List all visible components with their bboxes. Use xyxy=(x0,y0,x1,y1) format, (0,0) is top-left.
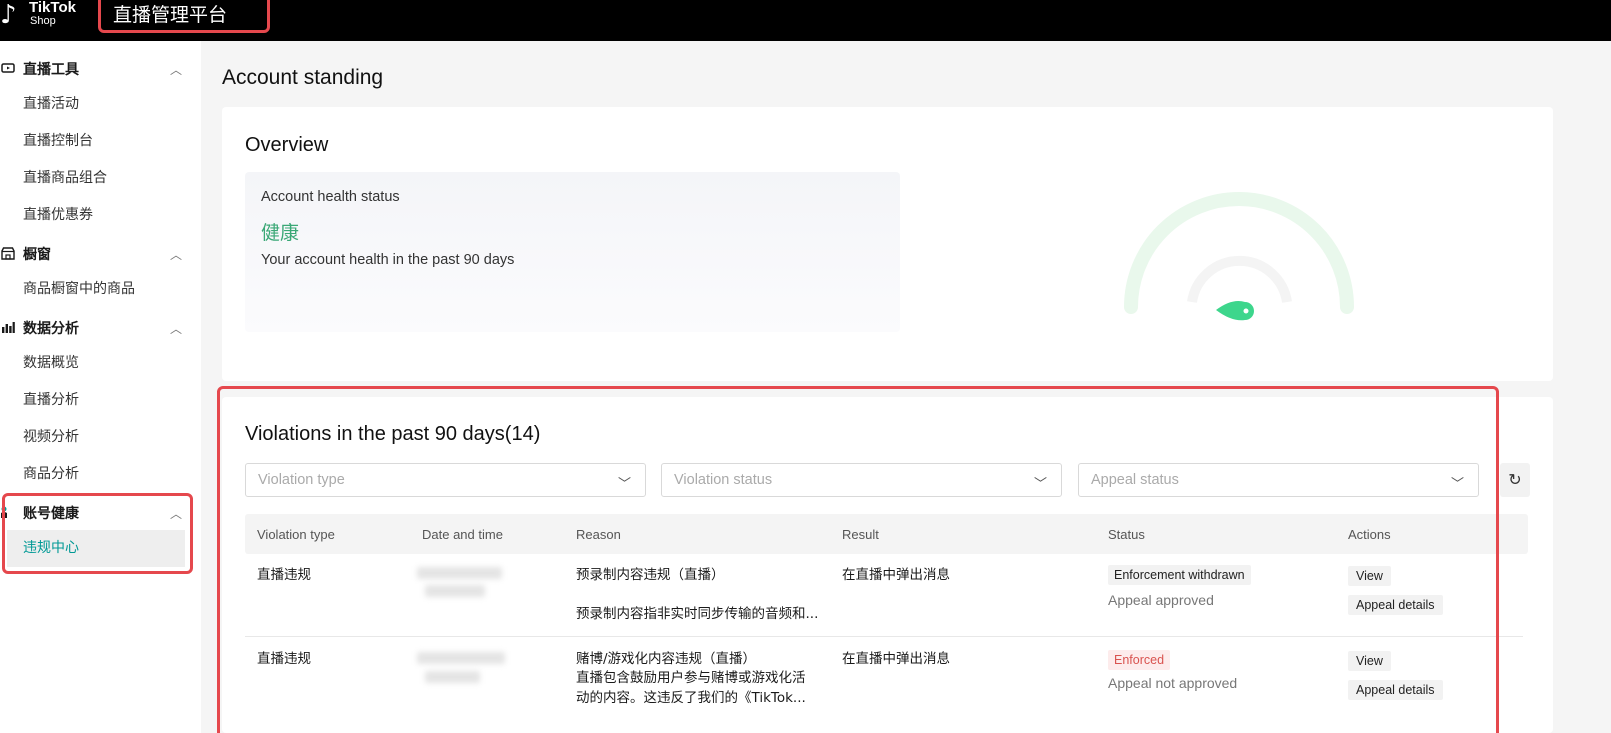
tiktok-shop-logo[interactable]: ♪ TikTok Shop xyxy=(0,0,90,41)
sidebar-item-live-product-sets[interactable]: 直播商品组合 xyxy=(0,160,201,197)
sidebar-item-showcase-products[interactable]: 商品橱窗中的商品 xyxy=(0,271,201,308)
health-gauge xyxy=(1112,192,1372,332)
health-status-box: Account health status 健康 Your account he… xyxy=(245,172,900,332)
brand-sub: Shop xyxy=(30,15,56,27)
bar-chart-icon xyxy=(1,321,15,333)
chevron-up-icon[interactable]: ︿ xyxy=(170,61,182,78)
live-video-icon xyxy=(1,62,15,74)
sidebar-item-live-coupons[interactable]: 直播优惠券 xyxy=(0,197,201,234)
reset-filters-button[interactable]: ↻ xyxy=(1500,463,1530,497)
overview-title: Overview xyxy=(245,134,329,156)
highlight-box-account-health xyxy=(2,493,193,574)
sidebar-item-data-overview[interactable]: 数据概览 xyxy=(0,345,201,382)
sidebar-item-live-activity[interactable]: 直播活动 xyxy=(0,86,201,123)
sidebar-group-label: 直播工具 xyxy=(23,62,79,78)
chevron-up-icon[interactable]: ︿ xyxy=(170,246,182,263)
sidebar: 直播工具 ︿ 直播活动 直播控制台 直播商品组合 直播优惠券 橱窗 ︿ 商品橱窗… xyxy=(0,41,201,733)
sidebar-group-analytics[interactable]: 数据分析 ︿ xyxy=(0,308,201,345)
sidebar-item-live-console[interactable]: 直播控制台 xyxy=(0,123,201,160)
brand-name: TikTok xyxy=(29,0,76,16)
sidebar-item-live-analytics[interactable]: 直播分析 xyxy=(0,382,201,419)
page-title: Account standing xyxy=(222,66,384,89)
health-description: Your account health in the past 90 days xyxy=(261,252,515,268)
overview-card: Overview Account health status 健康 Your a… xyxy=(222,107,1553,381)
sidebar-group-live-tools[interactable]: 直播工具 ︿ xyxy=(0,49,201,86)
tiktok-note-icon: ♪ xyxy=(0,0,17,30)
sidebar-group-label: 数据分析 xyxy=(23,321,79,337)
chevron-up-icon[interactable]: ︿ xyxy=(170,320,182,337)
sidebar-item-video-analytics[interactable]: 视频分析 xyxy=(0,419,201,456)
sidebar-group-showcase[interactable]: 橱窗 ︿ xyxy=(0,234,201,271)
sidebar-item-product-analytics[interactable]: 商品分析 xyxy=(0,456,201,493)
storefront-icon xyxy=(1,247,15,260)
top-bar: ♪ TikTok Shop 直播管理平台 xyxy=(0,0,1611,41)
health-label: Account health status xyxy=(261,189,400,205)
highlight-box-violations xyxy=(217,386,1499,733)
health-value: 健康 xyxy=(261,222,300,244)
platform-title: 直播管理平台 xyxy=(98,0,270,33)
refresh-icon: ↻ xyxy=(1508,470,1522,489)
sidebar-group-label: 橱窗 xyxy=(23,247,51,263)
